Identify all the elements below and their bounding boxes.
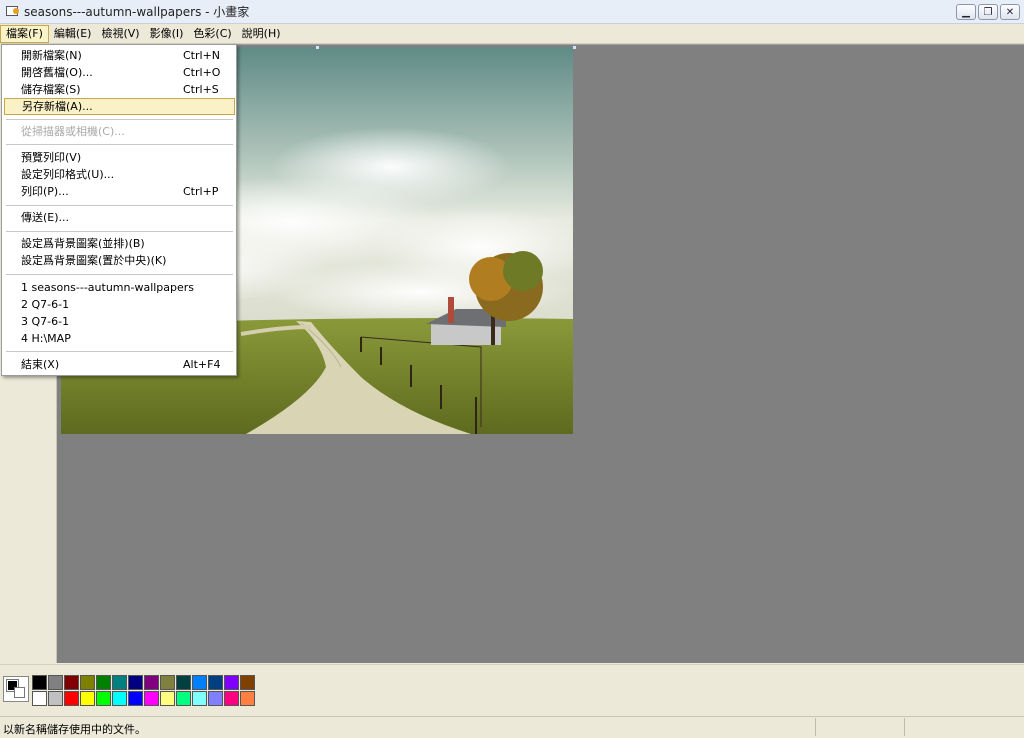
menu-file[interactable]: 檔案(F)	[0, 24, 49, 43]
color-swatch[interactable]	[224, 675, 239, 690]
color-swatch[interactable]	[192, 675, 207, 690]
menuitem-from-scanner: 從掃描器或相機(C)...	[4, 123, 235, 140]
color-swatch[interactable]	[80, 675, 95, 690]
color-swatch[interactable]	[112, 675, 127, 690]
color-swatch[interactable]	[64, 691, 79, 706]
menuitem-exit[interactable]: 結束(X) Alt+F4	[4, 356, 235, 373]
close-button[interactable]: ✕	[1000, 4, 1020, 20]
menuitem-label: 結束(X)	[21, 358, 60, 371]
menuitem-print-preview[interactable]: 預覽列印(V)	[4, 149, 235, 166]
resize-handle-top[interactable]	[316, 46, 319, 49]
color-swatch[interactable]	[160, 691, 175, 706]
menuitem-shortcut: Ctrl+P	[183, 185, 219, 198]
color-swatch[interactable]	[240, 691, 255, 706]
color-swatch[interactable]	[128, 675, 143, 690]
color-swatch[interactable]	[192, 691, 207, 706]
window-title: seasons---autumn-wallpapers - 小畫家	[24, 5, 250, 19]
menuitem-label: 1 seasons---autumn-wallpapers	[21, 281, 195, 294]
menuitem-recent-4[interactable]: 4 H:\MAP	[4, 330, 235, 347]
menuitem-open[interactable]: 開啓舊檔(O)... Ctrl+O	[4, 64, 235, 81]
menu-edit[interactable]: 編輯(E)	[49, 25, 97, 43]
menu-separator	[6, 274, 233, 275]
menu-separator	[6, 119, 233, 120]
menuitem-label: 設定爲背景圖案(置於中央)(K)	[21, 254, 167, 267]
menu-image[interactable]: 影像(I)	[145, 25, 189, 43]
color-palette	[0, 664, 1024, 714]
menuitem-label: 設定列印格式(U)...	[21, 168, 115, 181]
menuitem-label: 預覽列印(V)	[21, 151, 82, 164]
menuitem-send[interactable]: 傳送(E)...	[4, 209, 235, 226]
menuitem-shortcut: Ctrl+N	[183, 49, 221, 62]
color-swatch[interactable]	[112, 691, 127, 706]
menuitem-page-setup[interactable]: 設定列印格式(U)...	[4, 166, 235, 183]
minimize-button[interactable]: ▁	[956, 4, 976, 20]
title-bar: seasons---autumn-wallpapers - 小畫家 ▁ ❐ ✕	[0, 0, 1024, 24]
menuitem-label: 設定爲背景圖案(並排)(B)	[21, 237, 145, 250]
color-swatch[interactable]	[96, 675, 111, 690]
menuitem-label: 列印(P)...	[21, 185, 69, 198]
menuitem-label: 傳送(E)...	[21, 211, 70, 224]
color-swatch[interactable]	[160, 675, 175, 690]
color-swatch[interactable]	[224, 691, 239, 706]
menu-separator	[6, 205, 233, 206]
color-swatch[interactable]	[48, 691, 63, 706]
menu-help[interactable]: 說明(H)	[237, 25, 286, 43]
color-swatch[interactable]	[64, 675, 79, 690]
color-swatch[interactable]	[32, 675, 47, 690]
menu-bar: 檔案(F) 編輯(E) 檢視(V) 影像(I) 色彩(C) 說明(H)	[0, 24, 1024, 44]
status-separator	[815, 718, 816, 736]
color-swatches	[32, 675, 255, 706]
menuitem-save[interactable]: 儲存檔案(S) Ctrl+S	[4, 81, 235, 98]
menu-separator	[6, 144, 233, 145]
color-swatch[interactable]	[144, 691, 159, 706]
color-swatch[interactable]	[176, 691, 191, 706]
menuitem-label: 3 Q7-6-1	[21, 315, 70, 328]
menu-colors[interactable]: 色彩(C)	[188, 25, 236, 43]
color-swatch[interactable]	[128, 691, 143, 706]
menuitem-print[interactable]: 列印(P)... Ctrl+P	[4, 183, 235, 200]
menu-separator	[6, 231, 233, 232]
file-menu-dropdown: 開新檔案(N) Ctrl+N 開啓舊檔(O)... Ctrl+O 儲存檔案(S) Ct…	[1, 44, 237, 376]
resize-handle-corner[interactable]	[573, 46, 576, 49]
menuitem-label: 儲存檔案(S)	[21, 83, 81, 96]
menuitem-shortcut: Ctrl+S	[183, 83, 219, 96]
color-swatch[interactable]	[208, 675, 223, 690]
background-color	[14, 687, 25, 698]
menuitem-label: 另存新檔(A)...	[22, 100, 93, 113]
menuitem-recent-2[interactable]: 2 Q7-6-1	[4, 296, 235, 313]
status-text: 以新名稱儲存使用中的文件。	[3, 723, 146, 736]
current-colors[interactable]	[3, 676, 29, 702]
menuitem-recent-3[interactable]: 3 Q7-6-1	[4, 313, 235, 330]
menuitem-label: 2 Q7-6-1	[21, 298, 70, 311]
menu-view[interactable]: 檢視(V)	[96, 25, 144, 43]
color-swatch[interactable]	[144, 675, 159, 690]
menuitem-label: 開啓舊檔(O)...	[21, 66, 93, 79]
paint-app-icon[interactable]	[4, 4, 20, 20]
menuitem-recent-1[interactable]: 1 seasons---autumn-wallpapers	[4, 279, 235, 296]
color-swatch[interactable]	[208, 691, 223, 706]
color-swatch[interactable]	[240, 675, 255, 690]
menuitem-label: 開新檔案(N)	[21, 49, 82, 62]
menuitem-save-as[interactable]: 另存新檔(A)...	[4, 98, 235, 115]
color-swatch[interactable]	[48, 675, 63, 690]
color-swatch[interactable]	[176, 675, 191, 690]
color-swatch[interactable]	[32, 691, 47, 706]
color-swatch[interactable]	[80, 691, 95, 706]
menuitem-new[interactable]: 開新檔案(N) Ctrl+N	[4, 47, 235, 64]
restore-button[interactable]: ❐	[978, 4, 998, 20]
color-swatch[interactable]	[96, 691, 111, 706]
status-separator	[904, 718, 905, 736]
status-bar: 以新名稱儲存使用中的文件。	[0, 716, 1024, 738]
menuitem-shortcut: Ctrl+O	[183, 66, 221, 79]
menuitem-set-wallpaper-tiled[interactable]: 設定爲背景圖案(並排)(B)	[4, 235, 235, 252]
menu-separator	[6, 351, 233, 352]
window-controls: ▁ ❐ ✕	[956, 4, 1020, 20]
menuitem-set-wallpaper-centered[interactable]: 設定爲背景圖案(置於中央)(K)	[4, 252, 235, 269]
menuitem-shortcut: Alt+F4	[183, 358, 221, 371]
menuitem-label: 從掃描器或相機(C)...	[21, 125, 125, 138]
menuitem-label: 4 H:\MAP	[21, 332, 71, 345]
